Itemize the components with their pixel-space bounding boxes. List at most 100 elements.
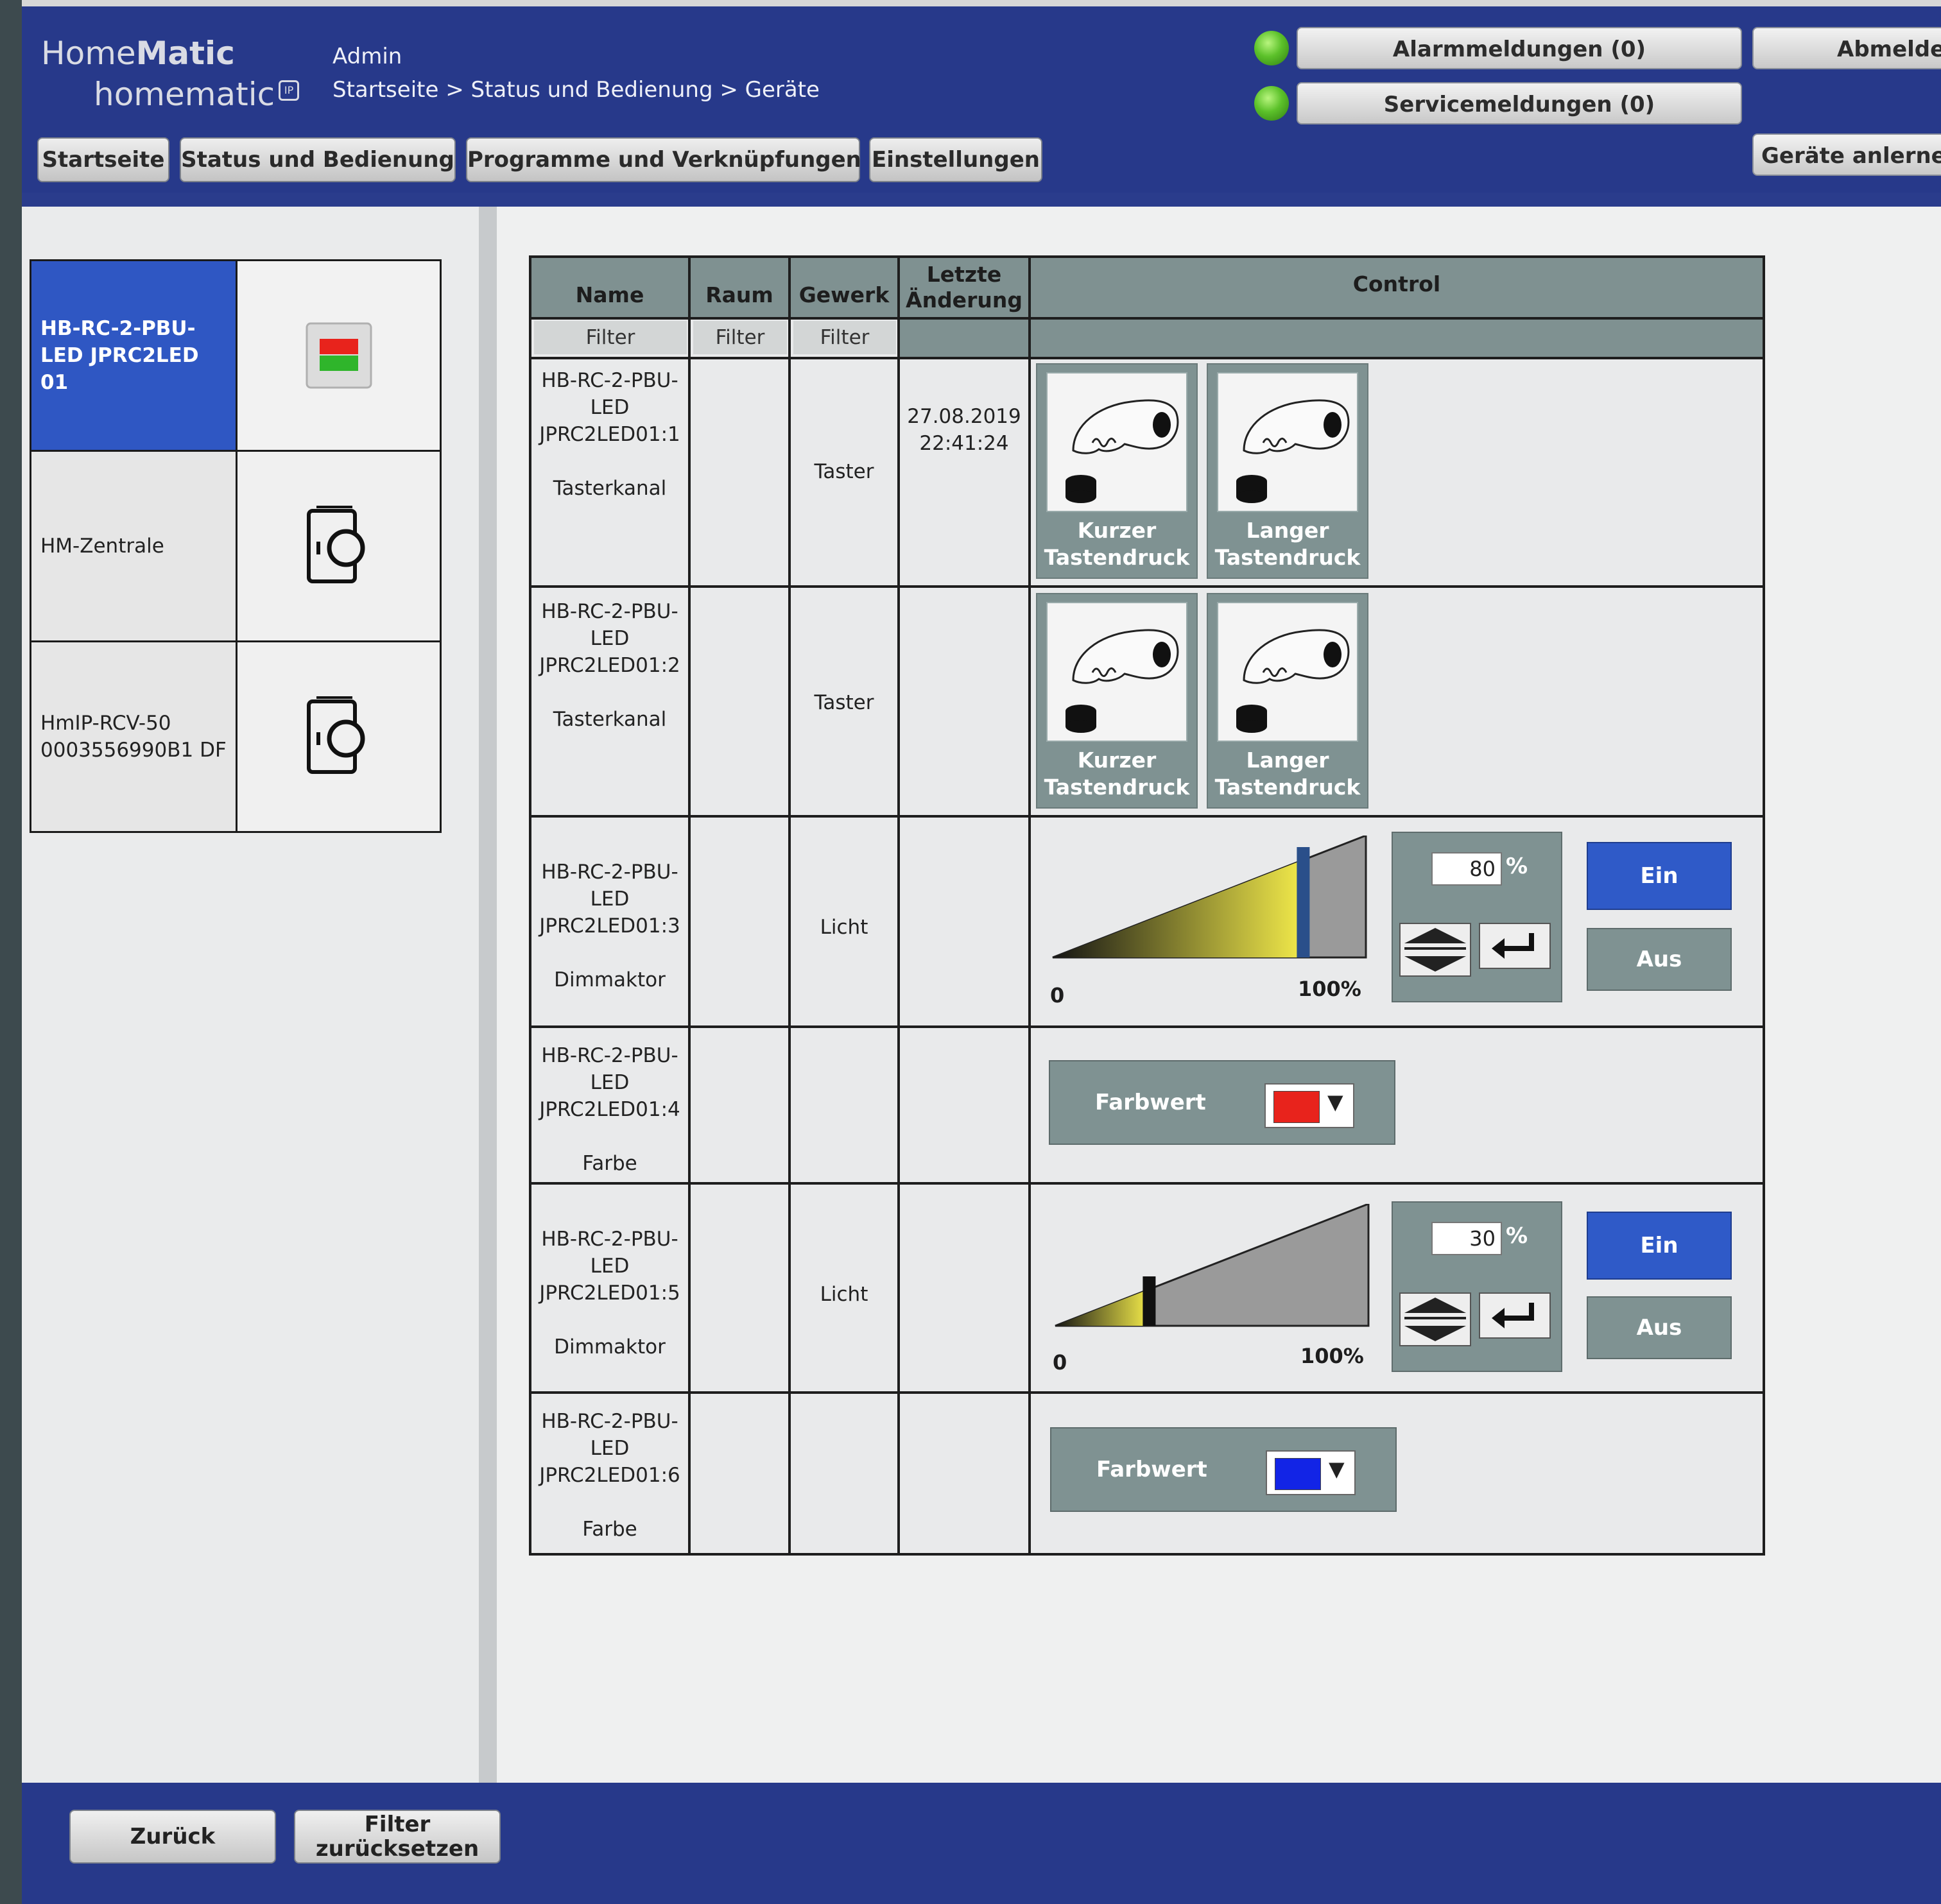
logo-homematic: HomeMatic bbox=[41, 35, 235, 72]
apply-level-button[interactable] bbox=[1479, 1292, 1551, 1339]
device-item-icon[interactable] bbox=[236, 261, 440, 450]
service-status-led bbox=[1254, 86, 1289, 121]
dimmer-level-input[interactable]: 30 bbox=[1431, 1222, 1502, 1255]
long-press-label: Langer Tastendruck bbox=[1214, 748, 1361, 800]
filter-gewerk[interactable]: Filter bbox=[793, 321, 896, 354]
row-divider bbox=[531, 815, 1763, 818]
on-button[interactable]: Ein bbox=[1587, 842, 1732, 910]
color-value-label: Farbwert bbox=[1096, 1457, 1207, 1482]
color-value-control: Farbwert ▼ bbox=[1049, 1060, 1395, 1145]
channel-gewerk: Licht bbox=[820, 916, 868, 939]
tab-status-und-bedienung[interactable]: Status und Bedienung bbox=[180, 137, 456, 182]
device-item-name[interactable]: HM-Zentrale bbox=[31, 452, 236, 640]
level-up-down-buttons[interactable] bbox=[1399, 1292, 1471, 1346]
long-press-label: Langer Tastendruck bbox=[1214, 518, 1361, 570]
filter-name[interactable]: Filter bbox=[534, 321, 687, 354]
dropdown-arrow-icon: ▼ bbox=[1329, 1457, 1345, 1481]
slider-handle[interactable] bbox=[1143, 1276, 1156, 1326]
channel-gewerk: Licht bbox=[820, 1283, 868, 1306]
filter-empty bbox=[900, 320, 1028, 357]
color-select[interactable]: ▼ bbox=[1266, 1450, 1356, 1495]
dimmer-level-slider[interactable] bbox=[1045, 836, 1379, 964]
channel-last-change: 27.08.2019 22:41:24 bbox=[907, 405, 1021, 455]
user-name: Admin bbox=[332, 44, 402, 69]
device-item-icon[interactable] bbox=[236, 452, 440, 640]
channel-name: HB-RC-2-PBU-LED JPRC2LED01:3 Dimmaktor bbox=[539, 861, 680, 991]
reset-filter-label-1: Filter bbox=[364, 1812, 431, 1837]
device-list: HB-RC-2-PBU-LED JPRC2LED 01 HM-Zentrale … bbox=[30, 259, 442, 833]
hand-press-icon bbox=[1217, 602, 1358, 742]
filter-raum[interactable]: Filter bbox=[693, 321, 787, 354]
row-divider bbox=[531, 1391, 1763, 1394]
col-divider bbox=[788, 258, 791, 1554]
long-press-button[interactable]: Langer Tastendruck bbox=[1207, 593, 1368, 809]
short-press-label: Kurzer Tastendruck bbox=[1044, 748, 1190, 800]
percent-sign: % bbox=[1506, 853, 1528, 879]
logout-button[interactable]: Abmelden bbox=[1752, 27, 1941, 69]
channel-name: HB-RC-2-PBU-LED JPRC2LED01:1 Tasterkanal bbox=[539, 369, 680, 500]
short-press-label: Kurzer Tastendruck bbox=[1044, 518, 1190, 570]
channel-gewerk: Taster bbox=[814, 691, 874, 714]
device-item-name[interactable]: HB-RC-2-PBU-LED JPRC2LED 01 bbox=[31, 261, 236, 450]
off-button[interactable]: Aus bbox=[1587, 1296, 1732, 1359]
breadcrumb: Startseite > Status und Bedienung > Gerä… bbox=[332, 77, 820, 103]
short-press-button[interactable]: Kurzer Tastendruck bbox=[1036, 593, 1198, 809]
on-button[interactable]: Ein bbox=[1587, 1212, 1732, 1280]
row-divider bbox=[531, 585, 1763, 588]
col-divider bbox=[1028, 258, 1031, 1554]
off-button[interactable]: Aus bbox=[1587, 928, 1732, 991]
tab-programme[interactable]: Programme und Verknüpfungen bbox=[466, 137, 861, 182]
alarm-status-led bbox=[1254, 31, 1289, 65]
col-header-letzte-aenderung[interactable]: Letzte Änderung bbox=[900, 258, 1028, 317]
channel-name: HB-RC-2-PBU-LED JPRC2LED01:5 Dimmaktor bbox=[539, 1228, 680, 1359]
panel-divider[interactable] bbox=[479, 207, 497, 1783]
col-header-gewerk[interactable]: Gewerk bbox=[791, 258, 897, 317]
device-item-icon[interactable] bbox=[236, 642, 440, 831]
tab-startseite[interactable]: Startseite bbox=[37, 137, 169, 182]
hand-press-icon bbox=[1046, 602, 1187, 742]
device-central-icon bbox=[306, 506, 365, 583]
dimmer-max-label: 100% bbox=[1300, 1344, 1364, 1368]
dimmer-level-control: 80 % bbox=[1392, 832, 1562, 1002]
hand-press-icon bbox=[1217, 372, 1358, 512]
hand-press-icon bbox=[1046, 372, 1187, 512]
short-press-button[interactable]: Kurzer Tastendruck bbox=[1036, 363, 1198, 579]
percent-sign: % bbox=[1506, 1223, 1528, 1249]
channel-name: HB-RC-2-PBU-LED JPRC2LED01:6 Farbe bbox=[539, 1410, 680, 1541]
dimmer-level-input[interactable]: 80 bbox=[1431, 852, 1502, 886]
color-swatch bbox=[1273, 1091, 1320, 1123]
col-header-raum[interactable]: Raum bbox=[691, 258, 788, 317]
color-value-control: Farbwert ▼ bbox=[1050, 1427, 1397, 1512]
slider-track bbox=[1055, 1204, 1370, 1327]
color-value-label: Farbwert bbox=[1095, 1090, 1206, 1115]
level-up-down-buttons[interactable] bbox=[1399, 923, 1471, 977]
apply-level-button[interactable] bbox=[1479, 923, 1551, 969]
tab-einstellungen[interactable]: Einstellungen bbox=[869, 137, 1042, 182]
service-messages-button[interactable]: Servicemeldungen (0) bbox=[1297, 82, 1742, 124]
reset-filter-label-2: zurücksetzen bbox=[315, 1836, 479, 1862]
color-select[interactable]: ▼ bbox=[1264, 1083, 1354, 1128]
slider-handle[interactable] bbox=[1297, 847, 1310, 957]
channel-gewerk: Taster bbox=[814, 460, 874, 483]
channel-name: HB-RC-2-PBU-LED JPRC2LED01:2 Tasterkanal bbox=[539, 600, 680, 731]
learn-devices-button[interactable]: Geräte anlernen bbox=[1752, 133, 1941, 176]
up-down-arrows-icon bbox=[1404, 928, 1466, 972]
device-item-name[interactable]: HmIP-RCV-50 0003556990B1 DF bbox=[31, 642, 236, 831]
top-border bbox=[22, 0, 1941, 6]
row-divider bbox=[531, 1025, 1763, 1028]
alarm-messages-button[interactable]: Alarmmeldungen (0) bbox=[1297, 27, 1742, 69]
long-press-button[interactable]: Langer Tastendruck bbox=[1207, 363, 1368, 579]
dimmer-max-label: 100% bbox=[1298, 977, 1361, 1001]
col-divider bbox=[688, 258, 691, 1554]
enter-icon bbox=[1492, 933, 1534, 959]
back-button[interactable]: Zurück bbox=[69, 1810, 276, 1864]
channel-name: HB-RC-2-PBU-LED JPRC2LED01:4 Farbe bbox=[539, 1044, 680, 1175]
device-central-icon bbox=[306, 696, 365, 774]
dimmer-level-control: 30 % bbox=[1392, 1201, 1562, 1372]
filter-control-empty bbox=[1031, 320, 1763, 357]
col-header-name[interactable]: Name bbox=[531, 258, 688, 317]
reset-filter-button[interactable]: Filter zurücksetzen bbox=[294, 1810, 501, 1864]
dropdown-arrow-icon: ▼ bbox=[1327, 1090, 1343, 1114]
dimmer-level-slider[interactable] bbox=[1048, 1204, 1381, 1332]
row-divider bbox=[531, 357, 1763, 359]
